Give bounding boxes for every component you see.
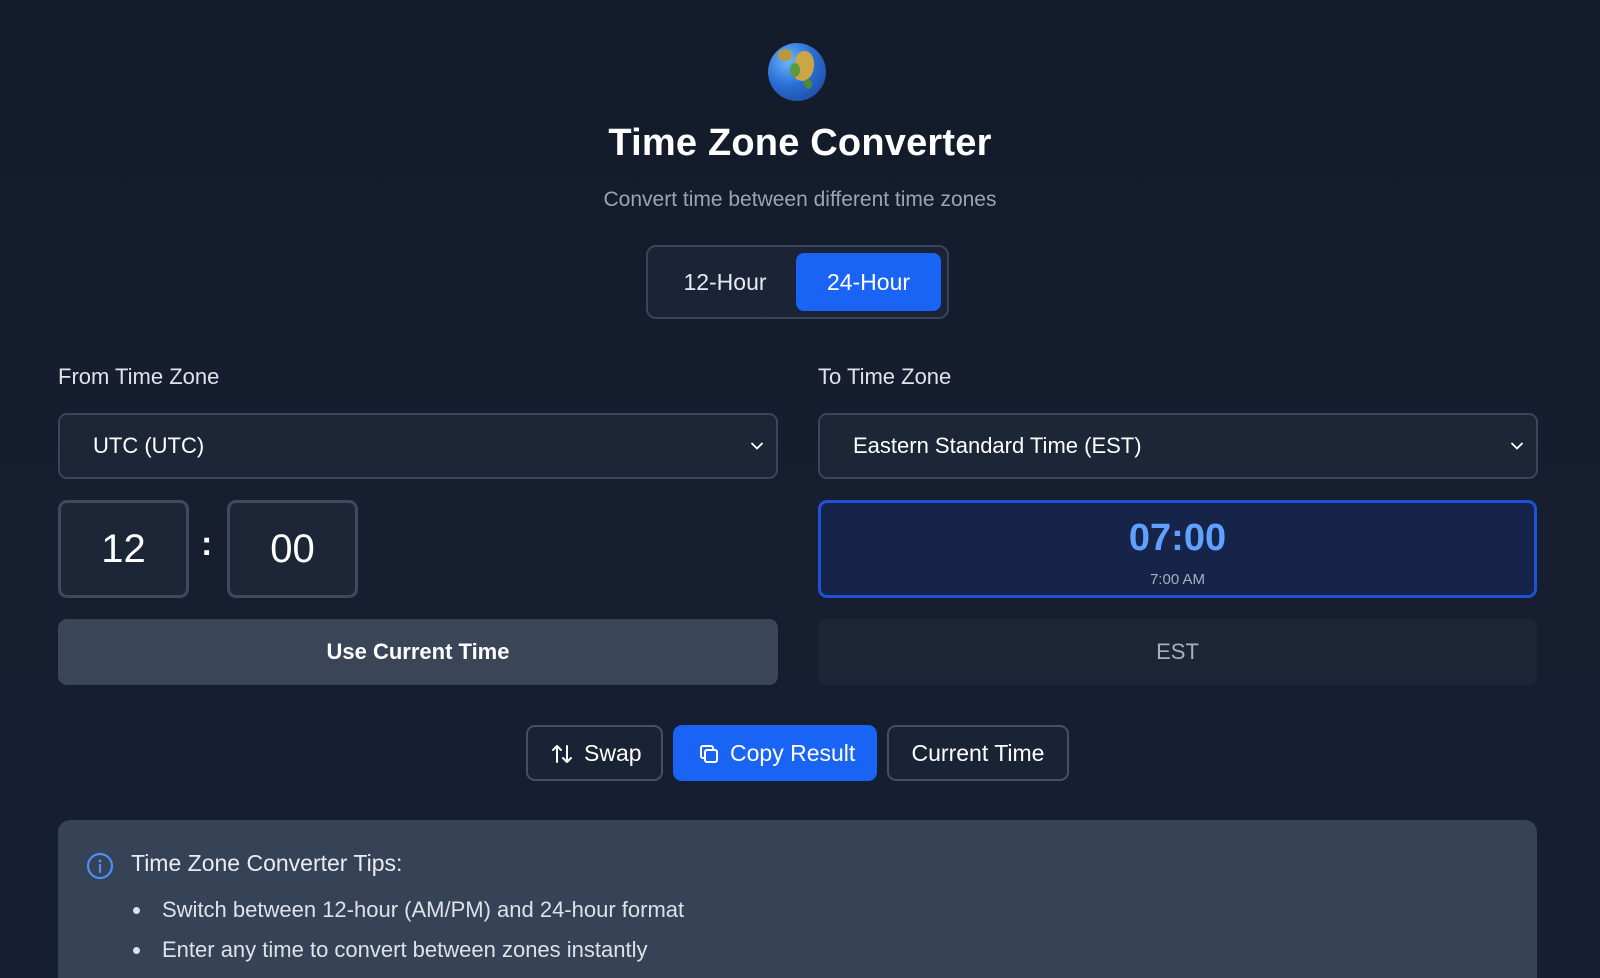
to-zone-label: To Time Zone: [818, 364, 952, 389]
format-12-hour-option[interactable]: 12-Hour: [654, 253, 796, 311]
tips-list: Switch between 12-hour (AM/PM) and 24-ho…: [131, 890, 684, 970]
format-24-hour-option[interactable]: 24-Hour: [796, 253, 941, 311]
time-separator: :: [201, 525, 213, 563]
chevron-down-icon: [1511, 442, 1523, 450]
target-zone-abbreviation: EST: [818, 619, 1537, 685]
to-zone-value: Eastern Standard Time (EST): [853, 433, 1142, 458]
minute-input[interactable]: 00: [227, 500, 358, 598]
swap-button[interactable]: Swap: [526, 725, 663, 781]
globe-icon: [768, 43, 826, 101]
converted-time-12h: 7:00 AM: [1149, 571, 1206, 588]
tip-item: Switch between 12-hour (AM/PM) and 24-ho…: [131, 890, 684, 930]
swap-arrows-icon: [552, 745, 572, 763]
from-zone-label: From Time Zone: [58, 364, 220, 389]
format-toggle: 12-Hour 24-Hour: [646, 245, 949, 319]
page-title: Time Zone Converter: [608, 122, 992, 164]
tips-panel: Time Zone Converter Tips: Switch between…: [58, 820, 1537, 978]
chevron-down-icon: [751, 442, 763, 450]
converted-time-24h: 07:00: [1128, 517, 1227, 559]
use-current-time-button[interactable]: Use Current Time: [58, 619, 778, 685]
copy-icon: [700, 745, 718, 763]
tip-item: Enter any time to convert between zones …: [131, 930, 684, 970]
swap-label: Swap: [584, 740, 642, 766]
current-time-button[interactable]: Current Time: [887, 725, 1069, 781]
info-icon: [86, 852, 114, 880]
copy-result-label: Copy Result: [730, 740, 856, 766]
converted-time-display: 07:00 7:00 AM: [818, 500, 1537, 598]
time-zone-converter-page: Time Zone Converter Convert time between…: [0, 0, 1600, 978]
hour-input[interactable]: 12: [58, 500, 189, 598]
page-subtitle: Convert time between different time zone…: [603, 188, 997, 211]
tips-title: Time Zone Converter Tips:: [131, 850, 403, 876]
copy-result-button[interactable]: Copy Result: [673, 725, 877, 781]
from-zone-value: UTC (UTC): [93, 433, 205, 458]
from-zone-select[interactable]: UTC (UTC): [58, 413, 778, 479]
to-zone-select[interactable]: Eastern Standard Time (EST): [818, 413, 1538, 479]
